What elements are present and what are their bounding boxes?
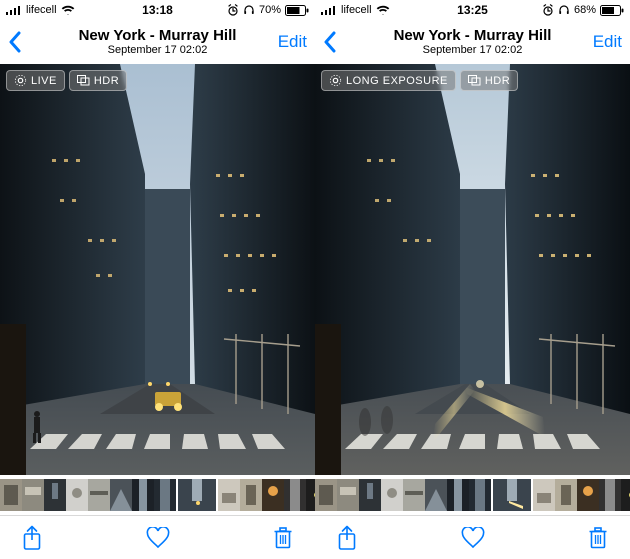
page-subtitle: September 17 02:02 xyxy=(423,44,523,57)
thumbnail[interactable] xyxy=(132,479,154,511)
thumbnail[interactable] xyxy=(577,479,599,511)
thumbnail[interactable] xyxy=(240,479,262,511)
hdr-badge-label: HDR xyxy=(94,75,119,87)
battery-icon xyxy=(285,5,309,16)
headphones-icon xyxy=(558,4,570,16)
screen-longexposure: lifecell 13:25 68% xyxy=(315,0,630,559)
nav-bar: New York - Murray Hill September 17 02:0… xyxy=(315,20,630,64)
edit-button[interactable]: Edit xyxy=(593,32,622,52)
thumbnail-strip[interactable] xyxy=(0,475,315,515)
longexposure-badge-label: LONG EXPOSURE xyxy=(346,75,448,87)
livephoto-icon xyxy=(329,74,342,87)
share-button[interactable] xyxy=(337,525,357,551)
longexposure-badge[interactable]: LONG EXPOSURE xyxy=(321,70,456,91)
trash-button[interactable] xyxy=(273,526,293,550)
hdr-icon xyxy=(468,75,481,86)
livephoto-icon xyxy=(14,74,27,87)
thumbnail[interactable] xyxy=(284,479,306,511)
carrier-label: lifecell xyxy=(26,4,57,16)
thumbnail-selected[interactable] xyxy=(176,479,218,511)
thumbnail[interactable] xyxy=(218,479,240,511)
hdr-badge[interactable]: HDR xyxy=(69,70,127,91)
thumbnail[interactable] xyxy=(425,479,447,511)
back-button[interactable] xyxy=(323,31,337,53)
thumbnail[interactable] xyxy=(533,479,555,511)
trash-button[interactable] xyxy=(588,526,608,550)
alarm-icon xyxy=(227,4,239,16)
live-badge-label: LIVE xyxy=(31,75,57,87)
screen-live: lifecell 13:18 70% xyxy=(0,0,315,559)
status-time: 13:25 xyxy=(457,3,488,17)
photo-city-longexposure xyxy=(315,64,630,475)
status-bar: lifecell 13:25 68% xyxy=(315,0,630,20)
thumbnail[interactable] xyxy=(469,479,491,511)
thumbnail[interactable] xyxy=(621,479,630,511)
wifi-icon xyxy=(61,5,75,15)
photo-viewport[interactable]: LONG EXPOSURE HDR xyxy=(315,64,630,475)
battery-percent: 70% xyxy=(259,4,281,16)
live-badge[interactable]: LIVE xyxy=(6,70,65,91)
bottom-toolbar xyxy=(315,515,630,559)
share-button[interactable] xyxy=(22,525,42,551)
signal-icon xyxy=(6,5,22,15)
thumbnail[interactable] xyxy=(154,479,176,511)
photo-city-live xyxy=(0,64,315,475)
thumbnail[interactable] xyxy=(447,479,469,511)
thumbnail[interactable] xyxy=(337,479,359,511)
thumbnail[interactable] xyxy=(22,479,44,511)
signal-icon xyxy=(321,5,337,15)
page-title: New York - Murray Hill xyxy=(79,27,237,44)
thumbnail[interactable] xyxy=(381,479,403,511)
thumbnail[interactable] xyxy=(88,479,110,511)
hdr-icon xyxy=(77,75,90,86)
favorite-button[interactable] xyxy=(461,527,485,549)
thumbnail[interactable] xyxy=(0,479,22,511)
thumbnail[interactable] xyxy=(66,479,88,511)
thumbnail-strip[interactable] xyxy=(315,475,630,515)
thumbnail[interactable] xyxy=(262,479,284,511)
wifi-icon xyxy=(376,5,390,15)
thumbnail[interactable] xyxy=(306,479,315,511)
thumbnail[interactable] xyxy=(555,479,577,511)
page-title: New York - Murray Hill xyxy=(394,27,552,44)
hdr-badge[interactable]: HDR xyxy=(460,70,518,91)
bottom-toolbar xyxy=(0,515,315,559)
nav-bar: New York - Murray Hill September 17 02:0… xyxy=(0,20,315,64)
page-subtitle: September 17 02:02 xyxy=(108,44,208,57)
alarm-icon xyxy=(542,4,554,16)
thumbnail[interactable] xyxy=(110,479,132,511)
hdr-badge-label: HDR xyxy=(485,75,510,87)
photo-viewport[interactable]: LIVE HDR xyxy=(0,64,315,475)
favorite-button[interactable] xyxy=(146,527,170,549)
edit-button[interactable]: Edit xyxy=(278,32,307,52)
back-button[interactable] xyxy=(8,31,22,53)
status-bar: lifecell 13:18 70% xyxy=(0,0,315,20)
thumbnail-selected[interactable] xyxy=(491,479,533,511)
battery-icon xyxy=(600,5,624,16)
thumbnail[interactable] xyxy=(359,479,381,511)
status-time: 13:18 xyxy=(142,3,173,17)
thumbnail[interactable] xyxy=(599,479,621,511)
thumbnail[interactable] xyxy=(403,479,425,511)
thumbnail[interactable] xyxy=(315,479,337,511)
headphones-icon xyxy=(243,4,255,16)
thumbnail[interactable] xyxy=(44,479,66,511)
battery-percent: 68% xyxy=(574,4,596,16)
carrier-label: lifecell xyxy=(341,4,372,16)
